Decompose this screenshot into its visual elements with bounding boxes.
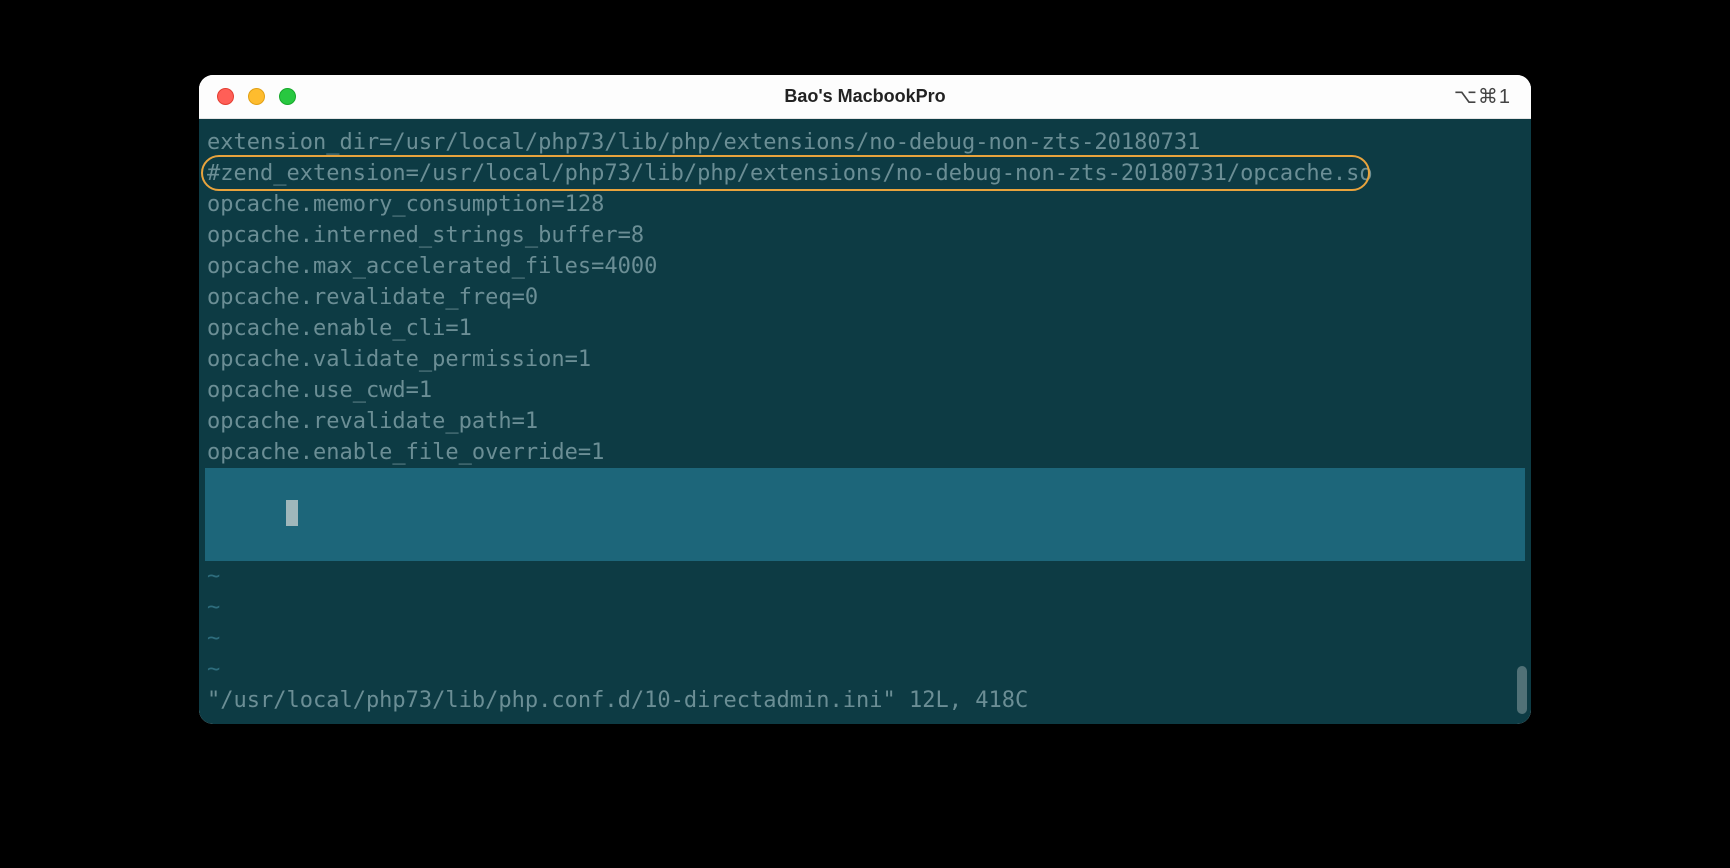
editor-tilde-line: ~ bbox=[205, 592, 1525, 623]
editor-line[interactable]: opcache.max_accelerated_files=4000 bbox=[205, 251, 1525, 282]
editor-line[interactable]: opcache.validate_permission=1 bbox=[205, 344, 1525, 375]
window-title: Bao's MacbookPro bbox=[199, 86, 1531, 107]
cursor-icon bbox=[286, 500, 298, 526]
window-shortcut-label: ⌥⌘1 bbox=[1454, 84, 1531, 109]
editor-line[interactable]: opcache.enable_cli=1 bbox=[205, 313, 1525, 344]
editor-line[interactable]: opcache.revalidate_freq=0 bbox=[205, 282, 1525, 313]
terminal-content[interactable]: extension_dir=/usr/local/php73/lib/php/e… bbox=[199, 119, 1531, 724]
annotation-highlight-oval bbox=[201, 155, 1370, 191]
editor-empty-lines: ~~~~ bbox=[205, 561, 1525, 685]
window-controls bbox=[199, 88, 296, 105]
scrollbar-thumb[interactable] bbox=[1517, 666, 1527, 714]
editor-line[interactable]: opcache.revalidate_path=1 bbox=[205, 406, 1525, 437]
terminal-window: Bao's MacbookPro ⌥⌘1 extension_dir=/usr/… bbox=[199, 75, 1531, 724]
window-titlebar: Bao's MacbookPro ⌥⌘1 bbox=[199, 75, 1531, 119]
editor-line[interactable]: opcache.use_cwd=1 bbox=[205, 375, 1525, 406]
editor-tilde-line: ~ bbox=[205, 561, 1525, 592]
editor-cursor-line[interactable] bbox=[205, 468, 1525, 561]
editor-status-line: "/usr/local/php73/lib/php.conf.d/10-dire… bbox=[205, 685, 1525, 716]
editor-line[interactable]: opcache.memory_consumption=128 bbox=[205, 189, 1525, 220]
editor-tilde-line: ~ bbox=[205, 654, 1525, 685]
editor-tilde-line: ~ bbox=[205, 623, 1525, 654]
zoom-window-button[interactable] bbox=[279, 88, 296, 105]
close-window-button[interactable] bbox=[217, 88, 234, 105]
minimize-window-button[interactable] bbox=[248, 88, 265, 105]
editor-line[interactable]: opcache.enable_file_override=1 bbox=[205, 437, 1525, 468]
editor-line[interactable]: extension_dir=/usr/local/php73/lib/php/e… bbox=[205, 127, 1525, 158]
editor-buffer[interactable]: extension_dir=/usr/local/php73/lib/php/e… bbox=[205, 127, 1525, 468]
editor-line[interactable]: opcache.interned_strings_buffer=8 bbox=[205, 220, 1525, 251]
editor-line[interactable]: #zend_extension=/usr/local/php73/lib/php… bbox=[205, 158, 1525, 189]
